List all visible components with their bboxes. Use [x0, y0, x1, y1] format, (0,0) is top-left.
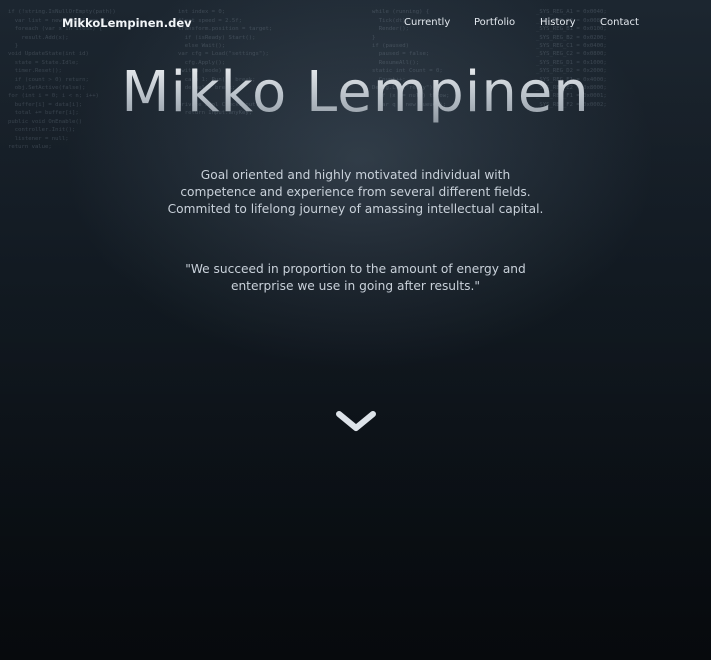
hero-quote: "We succeed in proportion to the amount … — [0, 261, 711, 295]
hero-intro: Goal oriented and highly motivated indiv… — [0, 167, 711, 218]
chevron-down-icon[interactable] — [335, 408, 377, 434]
intro-line: Commited to lifelong journey of amassing… — [167, 202, 544, 216]
nav-link-currently[interactable]: Currently — [404, 17, 450, 28]
brand-link[interactable]: MikkoLempinen.dev — [62, 16, 192, 30]
intro-line: competence and experience from several d… — [180, 185, 531, 199]
quote-line: enterprise we use in going after results… — [230, 279, 481, 293]
nav-link-contact[interactable]: Contact — [600, 17, 639, 28]
intro-line: Goal oriented and highly motivated indiv… — [200, 168, 511, 182]
nav-link-history[interactable]: History — [540, 17, 576, 28]
nav-link-portfolio[interactable]: Portfolio — [474, 17, 515, 28]
quote-line: "We succeed in proportion to the amount … — [185, 262, 526, 276]
hero-title: Mikko Lempinen — [0, 60, 711, 125]
top-nav: MikkoLempinen.dev Currently Portfolio Hi… — [0, 0, 711, 48]
